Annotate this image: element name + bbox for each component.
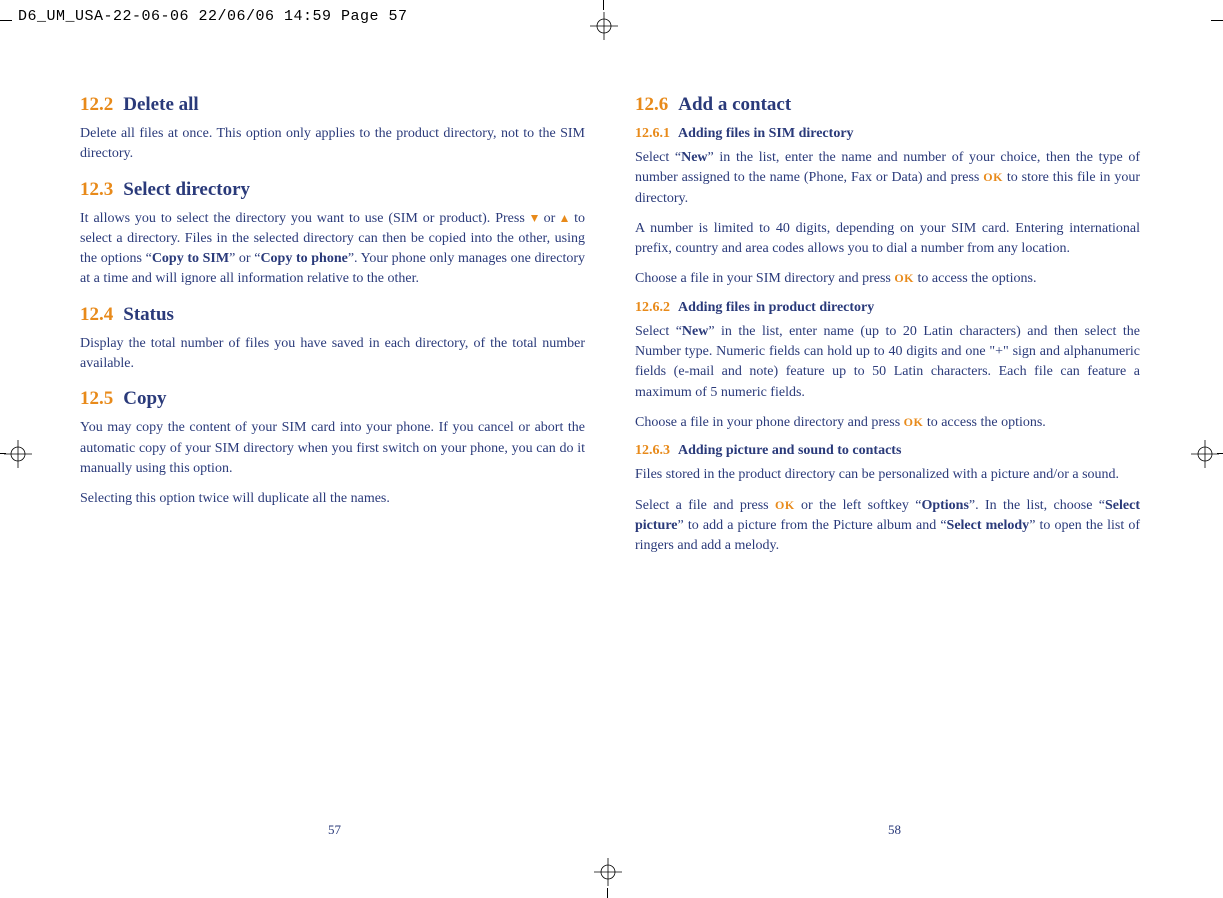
text-run: ”. In the list, choose “ [969, 498, 1105, 513]
body-text: Choose a file in your SIM directory and … [635, 269, 1140, 289]
text-run: Select “ [635, 324, 682, 339]
body-text: Select “New” in the list, enter the name… [635, 148, 1140, 209]
bold-term: Options [921, 498, 968, 513]
body-text: Delete all files at once. This option on… [80, 124, 585, 165]
text-run: to access the options. [927, 415, 1046, 430]
registration-mark-icon [4, 440, 32, 468]
bold-term: Select melody [947, 518, 1030, 533]
body-text: Select “New” in the list, enter name (up… [635, 322, 1140, 403]
page-number-left: 57 [328, 822, 341, 838]
ok-key-icon: OK [775, 498, 795, 512]
section-title: Add a contact [678, 94, 791, 115]
registration-mark-icon [594, 858, 622, 886]
registration-mark-icon [590, 12, 618, 40]
text-run: or [544, 211, 561, 226]
subsection-number: 12.6.1 [635, 126, 670, 141]
body-text: Selecting this option twice will duplica… [80, 489, 585, 509]
section-number: 12.3 [80, 179, 113, 200]
up-triangle-icon [560, 214, 569, 223]
section-title: Status [123, 304, 174, 325]
body-text: Choose a file in your phone directory an… [635, 413, 1140, 433]
section-heading-select-directory: 12.3 Select directory [80, 179, 585, 201]
subsection-heading: 12.6.1 Adding files in SIM directory [635, 126, 1140, 142]
bold-term: New [681, 150, 707, 165]
subsection-heading: 12.6.2 Adding files in product directory [635, 300, 1140, 316]
text-run: ” in the list, enter name (up to 20 Lati… [635, 324, 1140, 400]
left-page: 12.2 Delete all Delete all files at once.… [80, 70, 585, 576]
section-heading-delete-all: 12.2 Delete all [80, 94, 585, 116]
crop-mark [1211, 20, 1223, 21]
subsection-number: 12.6.3 [635, 443, 670, 458]
body-text: Select a file and press OK or the left s… [635, 496, 1140, 557]
ok-key-icon: OK [894, 271, 914, 285]
subsection-title: Adding files in product directory [678, 300, 874, 315]
body-text: It allows you to select the directory yo… [80, 209, 585, 290]
section-title: Select directory [123, 179, 250, 200]
body-text: Files stored in the product directory ca… [635, 465, 1140, 485]
text-run: ” to add a picture from the Picture albu… [678, 518, 947, 533]
text-run: or the left softkey “ [801, 498, 921, 513]
crop-mark [607, 888, 608, 898]
section-title: Delete all [123, 94, 198, 115]
subsection-title: Adding picture and sound to contacts [678, 443, 901, 458]
ok-key-icon: OK [983, 170, 1003, 184]
page-number-right: 58 [888, 822, 901, 838]
text-run: It allows you to select the directory yo… [80, 211, 530, 226]
bold-term: Copy to SIM [152, 251, 229, 266]
ok-key-icon: OK [904, 415, 924, 429]
subsection-title: Adding files in SIM directory [678, 126, 854, 141]
down-triangle-icon [530, 214, 539, 223]
bold-term: Copy to phone [260, 251, 347, 266]
section-number: 12.2 [80, 94, 113, 115]
section-number: 12.4 [80, 304, 113, 325]
text-run: to access the options. [918, 271, 1037, 286]
page-spread: 12.2 Delete all Delete all files at once.… [80, 70, 1140, 576]
subsection-heading: 12.6.3 Adding picture and sound to contac… [635, 443, 1140, 459]
bold-term: New [682, 324, 708, 339]
section-heading-copy: 12.5 Copy [80, 388, 585, 410]
right-page: 12.6 Add a contact 12.6.1 Adding files in … [635, 70, 1140, 576]
registration-mark-icon [1191, 440, 1219, 468]
crop-mark [0, 20, 12, 21]
crop-mark [603, 0, 604, 10]
section-heading-add-contact: 12.6 Add a contact [635, 94, 1140, 116]
subsection-number: 12.6.2 [635, 300, 670, 315]
section-number: 12.6 [635, 94, 668, 115]
body-text: Display the total number of files you ha… [80, 334, 585, 375]
text-run: Choose a file in your phone directory an… [635, 415, 904, 430]
text-run: Select “ [635, 150, 681, 165]
text-run: ” or “ [229, 251, 260, 266]
section-heading-status: 12.4 Status [80, 304, 585, 326]
print-slug-header: D6_UM_USA-22-06-06 22/06/06 14:59 Page 5… [18, 8, 408, 25]
text-run: Choose a file in your SIM directory and … [635, 271, 894, 286]
section-number: 12.5 [80, 388, 113, 409]
body-text: You may copy the content of your SIM car… [80, 418, 585, 479]
section-title: Copy [123, 388, 166, 409]
text-run: Select a file and press [635, 498, 775, 513]
body-text: A number is limited to 40 digits, depend… [635, 219, 1140, 260]
